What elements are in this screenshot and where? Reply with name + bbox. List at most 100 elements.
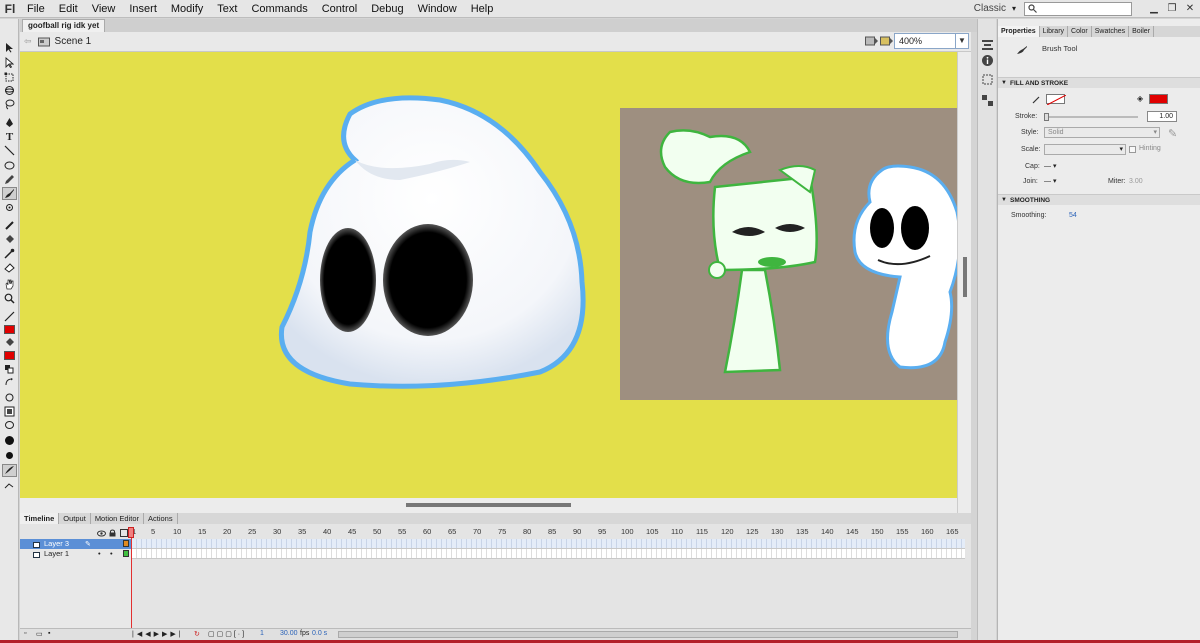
tab-timeline[interactable]: Timeline	[20, 513, 60, 524]
eyedropper-tool-icon[interactable]	[2, 247, 17, 260]
stage-vertical-scrollbar[interactable]	[957, 52, 971, 513]
chevron-down-icon[interactable]: ▼	[955, 34, 968, 48]
menu-modify[interactable]: Modify	[164, 0, 210, 18]
menu-help[interactable]: Help	[464, 0, 501, 18]
deco-tool-icon[interactable]	[2, 201, 17, 214]
section-fill-and-stroke[interactable]: ▼ FILL AND STROKE	[998, 77, 1200, 88]
delete-layer-icon[interactable]: ▪	[48, 630, 50, 637]
zoom-select[interactable]: 400% ▼	[894, 33, 969, 49]
current-frame[interactable]: 1	[260, 630, 264, 637]
brush-mode-icon[interactable]	[2, 405, 17, 418]
edit-stroke-style-icon[interactable]: ✎	[1168, 127, 1177, 140]
fill-color-swatch[interactable]	[1149, 94, 1168, 104]
timeline-horizontal-scrollbar[interactable]	[338, 631, 958, 638]
brush-size-large-icon[interactable]	[2, 434, 17, 447]
oval-tool-icon[interactable]	[2, 159, 17, 172]
cap-select[interactable]: — ▾	[1044, 162, 1056, 170]
tab-motion-editor[interactable]: Motion Editor	[90, 513, 144, 524]
menu-commands[interactable]: Commands	[244, 0, 314, 18]
playback-controls[interactable]: |◀◀▶▶▶|	[132, 630, 184, 638]
lasso-tool-icon[interactable]	[2, 98, 17, 111]
workspace-dropdown-icon[interactable]: ▾	[1012, 4, 1016, 13]
swap-colors-icon[interactable]	[2, 376, 17, 389]
document-tab[interactable]: goofball rig idk yet	[22, 19, 106, 32]
playhead[interactable]	[131, 527, 132, 632]
line-tool-icon[interactable]	[2, 144, 17, 157]
tab-output[interactable]: Output	[59, 513, 91, 524]
selection-tool-icon[interactable]	[2, 41, 17, 54]
minimize-icon[interactable]: ▁	[1146, 2, 1162, 16]
frame-row-layer-3[interactable]	[132, 539, 965, 549]
layer-row-layer-1[interactable]: Layer 1 • •	[20, 549, 132, 559]
stroke-slider[interactable]	[1044, 113, 1138, 121]
tab-actions[interactable]: Actions	[144, 513, 178, 524]
tab-swatches[interactable]: Swatches	[1092, 26, 1130, 37]
tab-library[interactable]: Library	[1040, 26, 1069, 37]
new-folder-icon[interactable]: ▭	[36, 630, 43, 638]
stroke-slider-thumb[interactable]	[1044, 113, 1049, 121]
new-layer-icon[interactable]: ▫	[24, 630, 26, 637]
pencil-tool-icon[interactable]	[2, 173, 17, 186]
edit-symbols-icon[interactable]	[880, 35, 894, 50]
tab-properties[interactable]: Properties	[998, 26, 1040, 37]
onion-skin-icons[interactable]: ▢▢▢[·]	[208, 630, 246, 638]
bone-tool-icon[interactable]	[2, 219, 17, 232]
snap-to-objects-icon[interactable]	[2, 391, 17, 404]
text-tool-icon[interactable]: T	[2, 130, 17, 143]
black-white-icon[interactable]	[2, 363, 17, 376]
hand-tool-icon[interactable]	[2, 278, 17, 291]
close-icon[interactable]: ✕	[1182, 2, 1198, 16]
component-panel-icon[interactable]	[981, 94, 994, 107]
layer-color-swatch[interactable]	[123, 550, 129, 557]
info-panel-icon[interactable]	[981, 54, 994, 67]
menu-control[interactable]: Control	[315, 0, 364, 18]
menu-debug[interactable]: Debug	[364, 0, 410, 18]
menu-view[interactable]: View	[85, 0, 123, 18]
layer-row-layer-3[interactable]: Layer 3 ✎	[20, 539, 132, 549]
pressure-icon[interactable]	[2, 478, 17, 491]
zoom-tool-icon[interactable]	[2, 292, 17, 305]
3d-rotation-tool-icon[interactable]	[2, 84, 17, 97]
stroke-color-swatch[interactable]	[2, 323, 17, 336]
playhead-handle[interactable]	[128, 527, 134, 538]
paint-bucket-tool-icon[interactable]	[2, 233, 17, 246]
scene-label[interactable]: Scene 1	[55, 36, 92, 47]
brush-size-small-icon[interactable]	[2, 449, 17, 462]
loop-icon[interactable]: ↻	[194, 630, 200, 638]
subselection-tool-icon[interactable]	[2, 56, 17, 69]
brush-shape-icon[interactable]	[2, 464, 17, 477]
help-search-input[interactable]	[1024, 1, 1132, 16]
frame-grid[interactable]	[132, 539, 965, 561]
lock-fill-icon[interactable]	[2, 418, 17, 431]
layer-name[interactable]: Layer 1	[44, 549, 69, 558]
free-transform-tool-icon[interactable]	[2, 71, 17, 84]
menu-window[interactable]: Window	[411, 0, 464, 18]
brush-tool-icon[interactable]	[2, 187, 17, 200]
reference-image[interactable]	[620, 108, 957, 400]
pen-tool-icon[interactable]	[2, 116, 17, 129]
restore-icon[interactable]: ❐	[1164, 2, 1180, 16]
frame-row-layer-1[interactable]	[132, 549, 965, 559]
transform-panel-icon[interactable]	[981, 73, 994, 86]
fill-color-swatch[interactable]	[2, 349, 17, 362]
smoothing-value[interactable]: 54	[1069, 212, 1077, 219]
tab-color[interactable]: Color	[1068, 26, 1092, 37]
stroke-width-input[interactable]: 1.00	[1147, 111, 1177, 122]
stage[interactable]	[20, 52, 957, 498]
tab-boiler[interactable]: Boiler	[1129, 26, 1155, 37]
stage-horizontal-scrollbar[interactable]	[20, 498, 957, 513]
scale-select[interactable]: ▾	[1044, 144, 1126, 155]
vertical-scroll-thumb[interactable]	[963, 257, 967, 297]
edit-scene-icon[interactable]	[865, 35, 879, 50]
join-select[interactable]: — ▾	[1044, 177, 1056, 185]
menu-insert[interactable]: Insert	[122, 0, 164, 18]
layer-color-swatch[interactable]	[123, 540, 129, 547]
menu-text[interactable]: Text	[210, 0, 244, 18]
menu-file[interactable]: File	[20, 0, 52, 18]
fill-color-icon[interactable]	[2, 336, 17, 349]
ghost-character[interactable]	[278, 95, 586, 389]
align-panel-icon[interactable]	[981, 38, 994, 51]
workspace-switcher[interactable]: Classic	[974, 3, 1006, 14]
miter-value[interactable]: 3.00	[1129, 178, 1143, 185]
visibility-dot[interactable]: •	[98, 549, 101, 559]
